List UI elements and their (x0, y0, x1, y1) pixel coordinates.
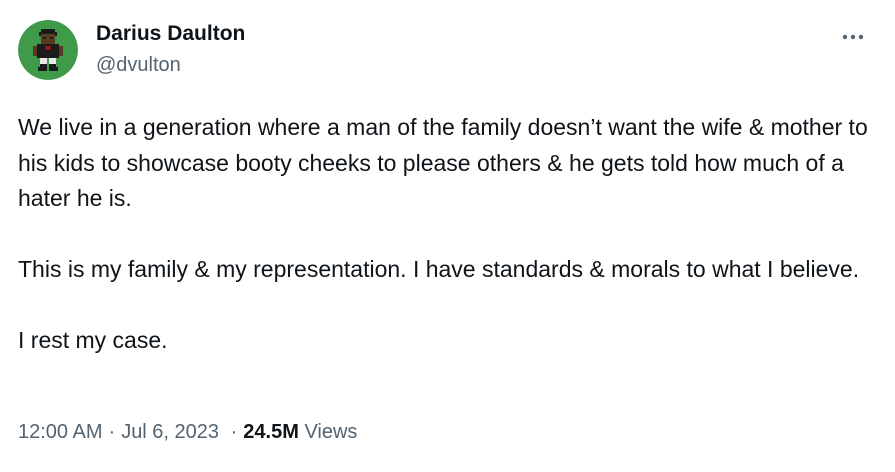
tweet-timestamp[interactable]: 12:00 AM · Jul 6, 2023 (18, 421, 225, 443)
tweet-time: 12:00 AM (18, 421, 103, 443)
tweet-meta: 12:00 AM · Jul 6, 2023 · 24.5M Views (18, 421, 357, 444)
pixel-art-person-avatar-icon (18, 20, 78, 80)
author-display-name[interactable]: Darius Daulton (96, 22, 245, 46)
more-options-button[interactable] (836, 22, 870, 52)
tweet-paragraph: We live in a generation where a man of t… (18, 114, 868, 211)
tweet-date: Jul 6, 2023 (121, 421, 220, 443)
meta-separator: · (108, 421, 116, 443)
more-horizontal-icon (842, 34, 864, 40)
tweet-paragraph: I rest my case. (18, 327, 168, 353)
views-link[interactable]: 24.5M Views (243, 421, 357, 443)
avatar[interactable] (18, 20, 78, 80)
views-label: Views (304, 421, 358, 443)
views-count: 24.5M (243, 421, 299, 443)
tweet-text: We live in a generation where a man of t… (18, 110, 880, 359)
tweet-card: Darius Daulton @dvulton We live in a gen… (0, 0, 895, 472)
meta-separator: · (230, 421, 238, 443)
tweet-paragraph: This is my family & my representation. I… (18, 256, 860, 282)
author-handle[interactable]: @dvulton (96, 54, 181, 77)
